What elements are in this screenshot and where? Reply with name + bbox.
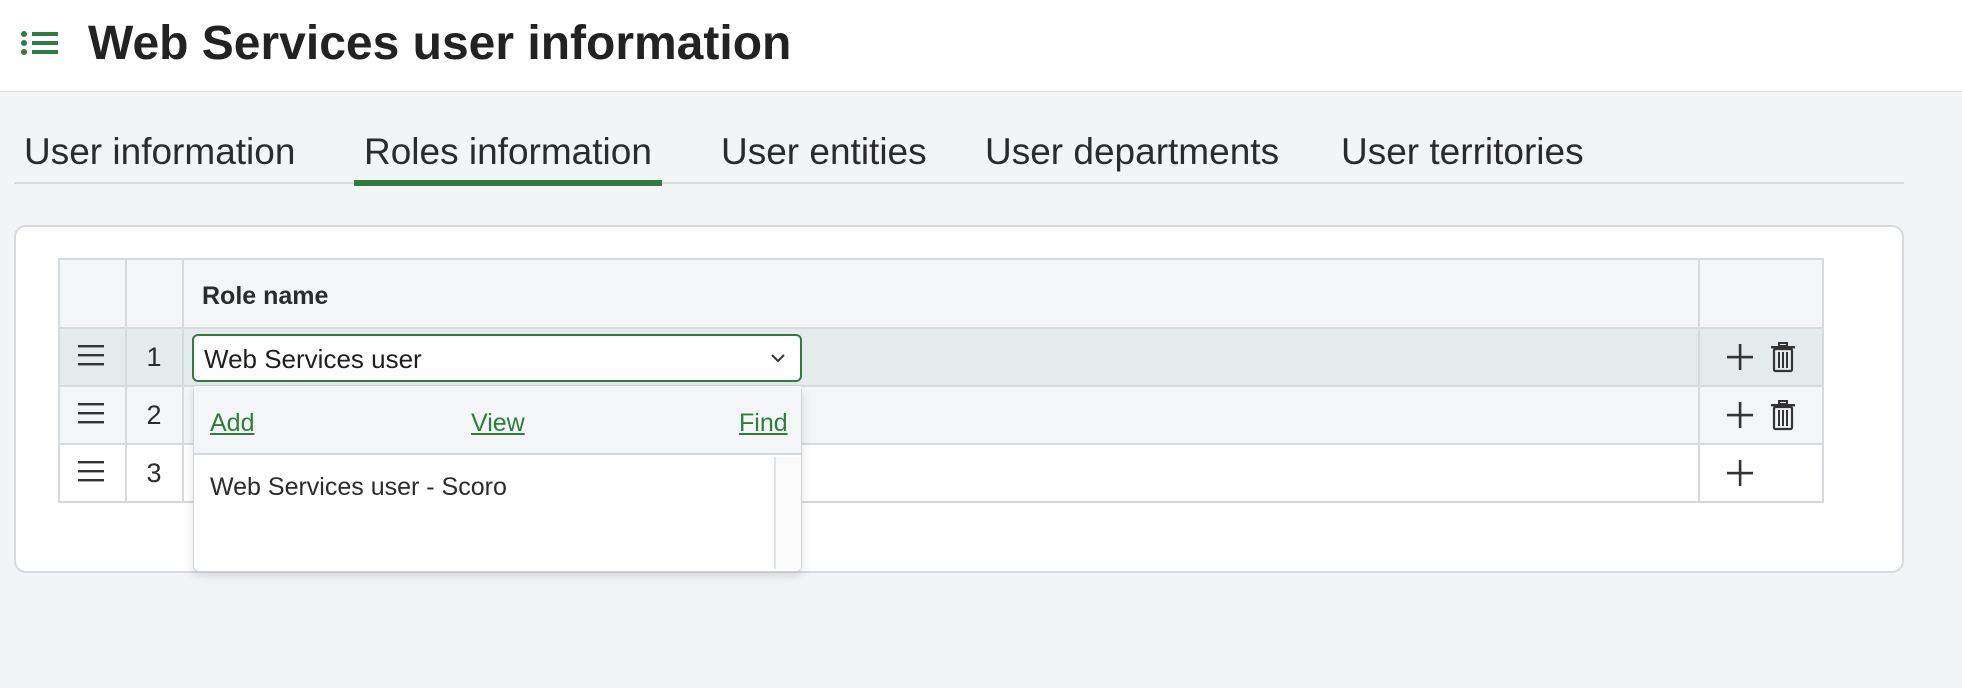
role-name-select[interactable]: Web Services user [192, 334, 802, 382]
view-link[interactable]: View [471, 406, 525, 440]
find-link[interactable]: Find [739, 406, 788, 440]
column-divider [182, 258, 184, 503]
tab-roles-information[interactable]: Roles information [354, 120, 662, 186]
add-icon[interactable] [1724, 399, 1756, 431]
dropdown-option-list: Web Services user - Scoro [194, 457, 774, 571]
row-number: 3 [146, 458, 162, 488]
tab-bar: User information Roles information User … [14, 120, 1904, 186]
dropdown-scrollbar[interactable] [774, 457, 801, 569]
column-divider [1822, 258, 1824, 503]
tab-user-information[interactable]: User information [14, 120, 305, 184]
dropdown-actions: Add View Find [194, 386, 801, 455]
page-header: Web Services user information [0, 0, 1962, 92]
add-icon[interactable] [1724, 341, 1756, 373]
column-divider [58, 258, 60, 503]
column-divider [125, 258, 127, 503]
role-name-column-header: Role name [202, 282, 329, 310]
tab-user-territories[interactable]: User territories [1331, 120, 1594, 184]
column-divider [1698, 258, 1700, 503]
role-dropdown: Add View Find Web Services user - Scoro [193, 385, 802, 572]
drag-handle-icon[interactable] [78, 343, 104, 367]
trash-icon[interactable] [1767, 341, 1799, 373]
tab-user-departments[interactable]: User departments [975, 120, 1289, 184]
add-icon[interactable] [1724, 457, 1756, 489]
chevron-down-icon[interactable] [770, 352, 786, 364]
table-header-row: Role name [58, 258, 1824, 329]
trash-icon[interactable] [1767, 399, 1799, 431]
add-link[interactable]: Add [210, 406, 254, 440]
tab-user-entities[interactable]: User entities [711, 120, 937, 184]
drag-handle-icon[interactable] [78, 401, 104, 425]
dropdown-option[interactable]: Web Services user - Scoro [210, 469, 507, 505]
drag-handle-icon[interactable] [78, 459, 104, 483]
row-number: 2 [146, 400, 162, 430]
row-number: 1 [146, 342, 162, 372]
list-icon[interactable] [20, 30, 58, 60]
page-title: Web Services user information [88, 17, 792, 70]
role-name-value: Web Services user [204, 344, 422, 374]
